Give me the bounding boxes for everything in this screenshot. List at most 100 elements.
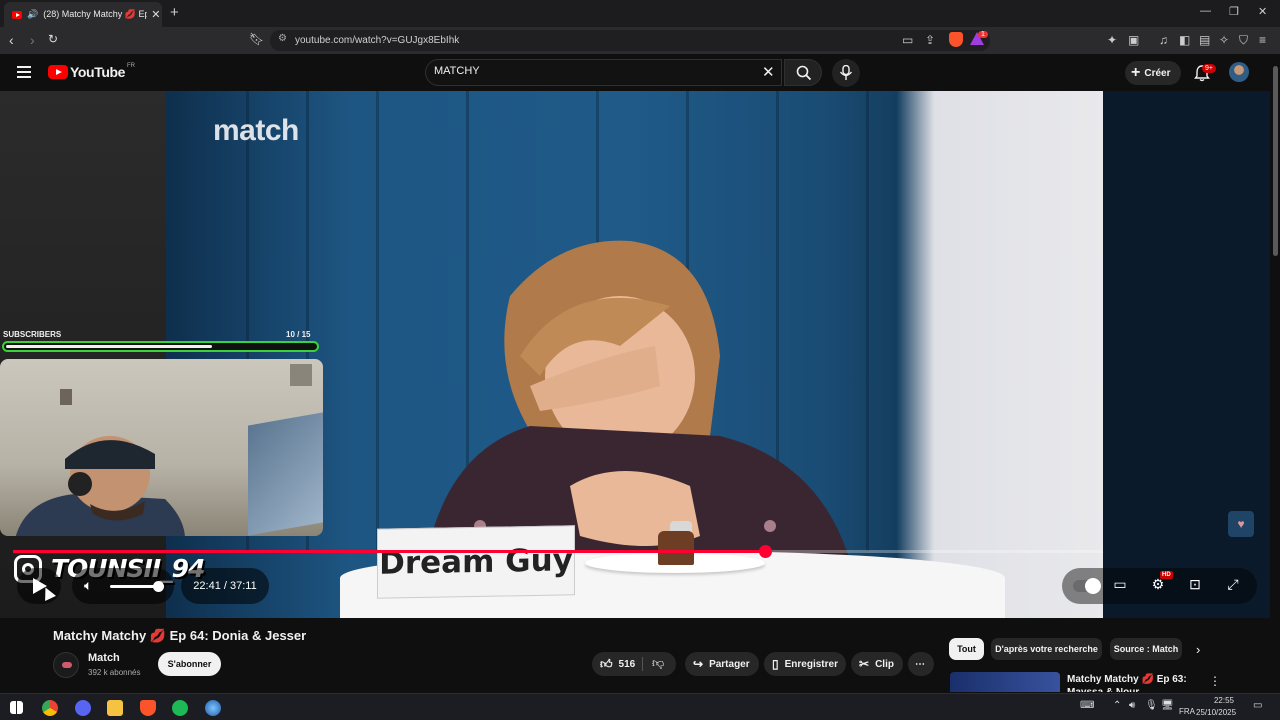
url-text: youtube.com/watch?v=GUJgx8EbIhk xyxy=(295,35,460,46)
save-button[interactable]: ▯ Enregistrer xyxy=(764,652,846,676)
reload-icon[interactable]: ↻ xyxy=(48,32,58,46)
minimize-icon[interactable]: — xyxy=(1200,5,1211,17)
country-code: FR xyxy=(127,63,136,69)
input-language[interactable]: FRA xyxy=(1179,707,1195,716)
youtube-favicon-icon xyxy=(12,10,22,19)
subtitles-icon[interactable]: ▭ xyxy=(1110,576,1130,596)
hamburger-menu-icon[interactable] xyxy=(17,66,31,78)
bookmark-icon[interactable]: 🔖︎ xyxy=(249,32,264,46)
play-button[interactable] xyxy=(17,568,61,604)
search-button[interactable] xyxy=(784,59,822,86)
chrome-icon[interactable] xyxy=(42,700,58,716)
recommendation-title[interactable]: Matchy Matchy 💋 Ep 63: Mayssa & Nour xyxy=(1067,673,1202,692)
tray-speaker-icon[interactable]: 🔊︎ xyxy=(1129,700,1135,711)
discord-icon[interactable] xyxy=(75,700,91,716)
brave-shields-icon[interactable] xyxy=(949,32,963,47)
subscriber-goal-label: SUBSCRIBERS xyxy=(3,330,62,339)
thumbs-up-icon: 👍︎ xyxy=(600,656,613,671)
search-box[interactable] xyxy=(425,59,782,86)
extensions-icon[interactable]: ✦ xyxy=(1107,33,1117,47)
clip-label: Clip xyxy=(875,658,894,670)
recommendation-thumbnail[interactable] xyxy=(950,672,1060,692)
page-scrollbar[interactable] xyxy=(1270,54,1280,694)
channel-name[interactable]: Match xyxy=(88,652,120,664)
seek-bar[interactable] xyxy=(13,545,1103,558)
file-explorer-icon[interactable] xyxy=(107,700,123,716)
new-tab-button[interactable]: + xyxy=(170,4,179,21)
chip-all[interactable]: Tout xyxy=(949,638,984,660)
notification-center-icon[interactable]: ▭ xyxy=(1253,700,1262,711)
share-page-icon[interactable]: ⇪ xyxy=(925,33,935,47)
microphone-icon xyxy=(839,65,853,80)
chip-source[interactable]: Source : Match xyxy=(1110,638,1182,660)
app-icon[interactable] xyxy=(205,700,221,716)
scissors-icon: ✂ xyxy=(859,657,870,671)
scrollbar-thumb[interactable] xyxy=(1273,66,1278,256)
search-input[interactable] xyxy=(434,65,754,77)
autoplay-toggle[interactable] xyxy=(1073,578,1101,594)
video-player[interactable]: match Dream Guy SUBSCRIBERS 10 / 15 TOUN… xyxy=(0,91,1270,618)
dessert xyxy=(658,531,694,565)
seek-bar-handle[interactable] xyxy=(758,545,772,558)
share-button[interactable]: ↪ Partager xyxy=(685,652,759,676)
match-corner-logo-icon: ♥ xyxy=(1228,511,1254,537)
vpn-icon[interactable]: ⛉ xyxy=(1239,33,1248,48)
volume-slider[interactable] xyxy=(110,585,158,588)
youtube-logo[interactable]: YouTube FR xyxy=(48,63,136,80)
clock-time[interactable]: 22:55 xyxy=(1200,696,1234,705)
create-label: Créer xyxy=(1144,67,1171,79)
hd-badge: HD xyxy=(1160,571,1173,579)
browser-toolbar: ‹ › ↻ 🔖︎ ⚙︎ youtube.com/watch?v=GUJgx8Eb… xyxy=(0,27,1280,54)
chevron-up-icon[interactable]: ⌃ xyxy=(1113,700,1121,711)
fullscreen-icon[interactable]: ⤢ xyxy=(1223,576,1243,596)
video-title: Matchy Matchy 💋 Ep 64: Donia & Jesser xyxy=(53,628,306,644)
brave-taskbar-icon[interactable] xyxy=(140,700,156,716)
clip-button[interactable]: ✂ Clip xyxy=(851,652,903,676)
forward-icon[interactable]: › xyxy=(30,32,35,48)
webcam-overlay xyxy=(0,359,323,536)
account-avatar[interactable] xyxy=(1229,62,1249,82)
sidebar-icon[interactable]: ◧ xyxy=(1179,33,1190,47)
keyboard-icon[interactable]: ⌨ xyxy=(1080,700,1094,711)
settings-gear-icon[interactable]: ⚙ xyxy=(1148,576,1168,596)
voice-search-button[interactable] xyxy=(832,59,860,87)
subscriber-goal-count: 10 / 15 xyxy=(286,330,311,339)
speaker-icon[interactable]: 🔊 xyxy=(27,9,38,20)
channel-avatar[interactable] xyxy=(53,652,79,678)
site-info-icon[interactable]: ⚙︎ xyxy=(278,33,287,44)
background-monitor xyxy=(248,412,323,536)
theater-mode-icon[interactable]: ⊡ xyxy=(1185,576,1205,596)
lips-icon: 💋 xyxy=(149,628,167,643)
address-bar[interactable]: ⚙︎ youtube.com/watch?v=GUJgx8EbIhk xyxy=(270,30,990,51)
screenshot-icon[interactable]: ▣ xyxy=(1128,33,1139,47)
window-close-icon[interactable]: ✕ xyxy=(1258,5,1267,18)
browser-tab[interactable]: 🔊 (28) Matchy Matchy 💋 Ep 64 ✕ xyxy=(4,2,162,27)
clock-date[interactable]: 25/10/2025 xyxy=(1196,708,1236,717)
more-vertical-icon[interactable]: ⋮ xyxy=(1209,674,1221,688)
subscribe-button[interactable]: S'abonner xyxy=(158,652,221,676)
tab-close-icon[interactable]: ✕ xyxy=(151,8,160,21)
back-icon[interactable]: ‹ xyxy=(9,32,14,48)
windows-start-icon[interactable] xyxy=(10,701,23,714)
channel-subscriber-count: 392 k abonnés xyxy=(88,668,141,677)
cast-icon[interactable]: ▭ xyxy=(902,33,913,47)
music-icon[interactable]: ♫ xyxy=(1159,33,1168,47)
wallet-icon[interactable]: ▤ xyxy=(1199,33,1210,47)
spotify-icon[interactable] xyxy=(172,700,188,716)
browser-menu-icon[interactable]: ≡ xyxy=(1259,33,1266,47)
video-title-episode: Ep 64: Donia & Jesser xyxy=(169,628,307,643)
chevron-right-icon[interactable]: › xyxy=(1196,642,1200,657)
volume-slider-handle[interactable] xyxy=(153,581,164,592)
more-actions-button[interactable]: ⋯ xyxy=(908,652,934,676)
save-label: Enregistrer xyxy=(784,658,838,670)
create-button[interactable]: + Créer xyxy=(1125,61,1181,85)
restore-icon[interactable]: ❐ xyxy=(1229,5,1239,18)
volume-icon[interactable]: 🔈︎ xyxy=(84,577,92,594)
network-icon[interactable]: 🖥︎ xyxy=(1161,700,1174,711)
leo-ai-icon[interactable]: ✧ xyxy=(1219,33,1229,47)
thumbs-down-icon[interactable]: 👎︎ xyxy=(652,656,664,671)
chip-from-search[interactable]: D'après votre recherche xyxy=(991,638,1102,660)
tray-mic-icon[interactable]: 🎙︎ xyxy=(1145,700,1158,711)
clear-search-icon[interactable]: ✕ xyxy=(762,63,775,81)
rewards-badge: 1 xyxy=(978,31,988,38)
